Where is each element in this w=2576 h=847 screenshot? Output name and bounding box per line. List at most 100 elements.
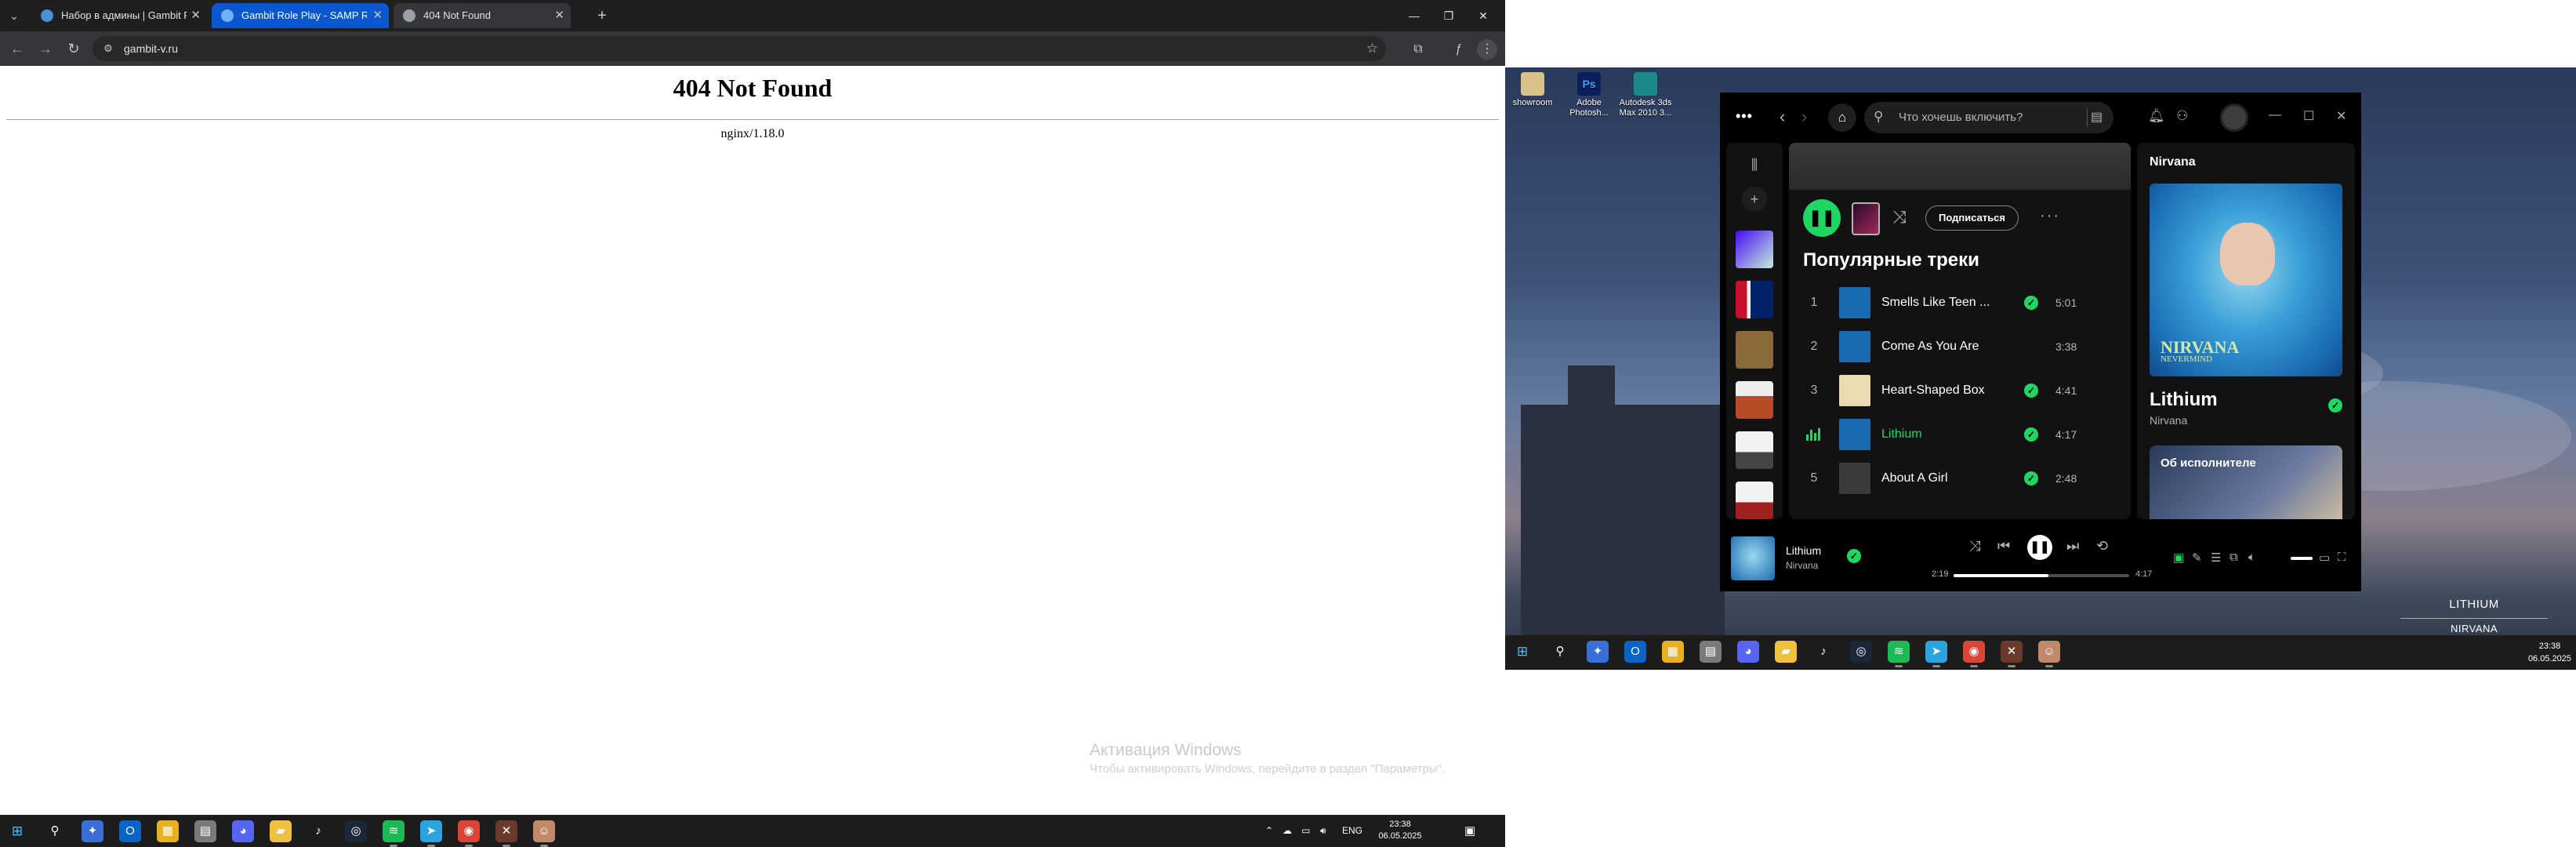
home-icon[interactable]: ⌂ bbox=[1828, 104, 1856, 132]
discord-icon[interactable]: ◕ bbox=[232, 820, 254, 842]
library-playlist[interactable] bbox=[1736, 381, 1773, 419]
tab-gambit-rp[interactable]: Gambit Role Play - SAMP RP ci... ✕ bbox=[212, 3, 389, 28]
search-icon[interactable]: ⚲ bbox=[44, 820, 66, 842]
playlist-mini-cover[interactable] bbox=[1852, 202, 1880, 235]
discord-icon[interactable]: ◕ bbox=[1737, 641, 1759, 663]
library-playlist[interactable] bbox=[1736, 281, 1773, 318]
store-icon[interactable]: ▦ bbox=[1662, 641, 1684, 663]
language-indicator[interactable]: ENG bbox=[1342, 815, 1362, 847]
saved-check-icon[interactable]: ✓ bbox=[2024, 384, 2038, 398]
tiktok-icon[interactable]: ♪ bbox=[1812, 641, 1834, 663]
network-icon[interactable]: ▭ bbox=[1301, 815, 1310, 847]
clock[interactable]: 23:38 06.05.2025 bbox=[2528, 640, 2571, 665]
desktop-icon-photoshop[interactable]: Ps Adobe Photosh... bbox=[1562, 72, 1616, 118]
file-explorer-icon[interactable]: ▰ bbox=[270, 820, 292, 842]
volume-icon[interactable]: 🔊︎ bbox=[1320, 815, 1326, 847]
lyrics-icon[interactable]: ✎ bbox=[2192, 551, 2202, 565]
follow-button[interactable]: Подписаться bbox=[1925, 205, 2019, 231]
track-name[interactable]: Lithium bbox=[1881, 413, 1922, 456]
bookmark-star-icon[interactable]: ☆ bbox=[1366, 41, 1378, 56]
desktop-icon-3dsmax[interactable]: Autodesk 3ds Max 2010 3... bbox=[1618, 72, 1673, 118]
library-playlist[interactable] bbox=[1736, 331, 1773, 369]
browser-menu-icon[interactable]: ⋮ bbox=[1477, 39, 1497, 60]
store-icon[interactable]: ▦ bbox=[157, 820, 179, 842]
progress-bar[interactable] bbox=[1954, 574, 2129, 577]
windows-start-icon[interactable]: ⊞ bbox=[1511, 641, 1533, 663]
queue-icon[interactable]: ☰ bbox=[2211, 551, 2221, 565]
fullscreen-icon[interactable]: ⛶ bbox=[2338, 551, 2346, 564]
more-options-icon[interactable]: ··· bbox=[2040, 207, 2060, 225]
mini-player-icon[interactable]: ▭ bbox=[2319, 551, 2330, 565]
avatar[interactable] bbox=[2220, 104, 2248, 132]
windows-start-icon[interactable]: ⊞ bbox=[6, 820, 28, 842]
saved-check-icon[interactable]: ✓ bbox=[2024, 427, 2038, 442]
saved-check-icon[interactable]: ✓ bbox=[2328, 398, 2342, 413]
more-menu-icon[interactable]: ••• bbox=[1736, 108, 1753, 125]
liked-songs-icon[interactable] bbox=[1736, 231, 1773, 268]
close-tab-icon[interactable]: ✕ bbox=[372, 3, 383, 28]
game-icon[interactable]: ✕ bbox=[495, 820, 517, 847]
volume-slider[interactable] bbox=[2291, 557, 2313, 560]
address-bar[interactable]: ⚙ gambit-v.ru ☆ bbox=[93, 36, 1386, 61]
player-cover[interactable] bbox=[1731, 536, 1775, 580]
close-icon[interactable]: ✕ bbox=[2336, 108, 2346, 124]
profile-icon[interactable]: ƒ bbox=[1449, 39, 1469, 60]
tab-404[interactable]: 404 Not Found ✕ bbox=[394, 3, 571, 28]
library-icon[interactable]: ⫼ bbox=[1742, 152, 1767, 177]
close-tab-icon[interactable]: ✕ bbox=[190, 3, 201, 28]
library-playlist[interactable] bbox=[1736, 431, 1773, 469]
back-button[interactable]: ← bbox=[8, 39, 27, 58]
tab-search-button[interactable]: ⌄ bbox=[5, 6, 24, 25]
about-artist-card[interactable]: Об исполнителе bbox=[2150, 445, 2342, 519]
bell-icon[interactable]: 🔔︎ bbox=[2148, 108, 2165, 124]
close-window-button[interactable]: ✕ bbox=[1469, 5, 1497, 27]
track-row[interactable]: 2 Come As You Are 3:38 bbox=[1789, 325, 2131, 369]
connect-device-icon[interactable]: ⧉ bbox=[2230, 551, 2238, 564]
now-playing-header[interactable]: Nirvana bbox=[2150, 155, 2196, 169]
tray-overflow-icon[interactable]: ⌃ bbox=[1265, 815, 1273, 847]
telegram-icon[interactable]: ➤ bbox=[1925, 641, 1947, 667]
track-row[interactable]: 5 About A Girl ✓ 2:48 bbox=[1789, 456, 2131, 500]
clock[interactable]: 23:38 06.05.2025 bbox=[1377, 819, 1424, 842]
reload-button[interactable]: ↻ bbox=[64, 39, 83, 58]
track-name[interactable]: Smells Like Teen ... bbox=[1881, 281, 1990, 325]
new-tab-button[interactable]: + bbox=[593, 6, 611, 25]
repeat-icon[interactable]: ⟲ bbox=[2096, 538, 2108, 554]
forward-arrow-icon[interactable]: › bbox=[1801, 107, 1807, 127]
steam-icon[interactable]: ◎ bbox=[1850, 641, 1872, 663]
mute-icon[interactable]: 🔈︎ bbox=[2248, 551, 2255, 564]
now-playing-title[interactable]: Lithium bbox=[2150, 389, 2218, 411]
play-pause-button[interactable]: ❚❚ bbox=[2027, 535, 2052, 560]
friends-icon[interactable]: ⚇ bbox=[2176, 108, 2188, 124]
telegram-icon[interactable]: ➤ bbox=[420, 820, 442, 847]
next-icon[interactable]: ⏭︎ bbox=[2066, 538, 2079, 554]
player-track-title[interactable]: Lithium bbox=[1786, 544, 1821, 557]
tray-app-icon[interactable]: ☁ bbox=[1283, 815, 1292, 847]
track-row[interactable]: 3 Heart-Shaped Box ✓ 4:41 bbox=[1789, 369, 2131, 413]
tiktok-icon[interactable]: ♪ bbox=[307, 820, 329, 842]
spotify-icon[interactable]: ≋ bbox=[1888, 641, 1910, 667]
track-name[interactable]: Heart-Shaped Box bbox=[1881, 369, 1985, 413]
shuffle-icon[interactable]: ⤨ bbox=[1892, 207, 1907, 227]
player-track-artist[interactable]: Nirvana bbox=[1786, 560, 1818, 571]
restore-button[interactable]: ❐ bbox=[1435, 5, 1463, 27]
extensions-icon[interactable]: ⧉ bbox=[1408, 39, 1428, 60]
tab-admin-recruit[interactable]: Набор в админы | Gambit Role... ✕ bbox=[31, 3, 207, 28]
site-info-icon[interactable]: ⚙ bbox=[100, 41, 116, 56]
outlook-icon[interactable]: O bbox=[119, 820, 141, 842]
saved-check-icon[interactable]: ✓ bbox=[1847, 549, 1861, 563]
saved-check-icon[interactable]: ✓ bbox=[2024, 296, 2038, 310]
game-icon[interactable]: ✕ bbox=[2001, 641, 2023, 667]
desktop-icon-showroom[interactable]: showroom bbox=[1505, 72, 1560, 108]
chrome-icon[interactable]: ◉ bbox=[1963, 641, 1985, 667]
library-playlist[interactable] bbox=[1736, 482, 1773, 519]
close-tab-icon[interactable]: ✕ bbox=[554, 3, 564, 28]
app-icon-2[interactable]: ☺ bbox=[2038, 641, 2060, 667]
copilot-icon[interactable]: ✦ bbox=[82, 820, 103, 842]
notifications-icon[interactable]: ▣ bbox=[1464, 815, 1475, 847]
browse-icon[interactable]: ▤ bbox=[2087, 108, 2106, 127]
search-icon[interactable]: ⚲ bbox=[1549, 641, 1571, 663]
minimize-icon[interactable]: — bbox=[2269, 108, 2281, 122]
file-explorer-icon[interactable]: ▰ bbox=[1775, 641, 1797, 663]
chrome-icon[interactable]: ◉ bbox=[458, 820, 480, 847]
